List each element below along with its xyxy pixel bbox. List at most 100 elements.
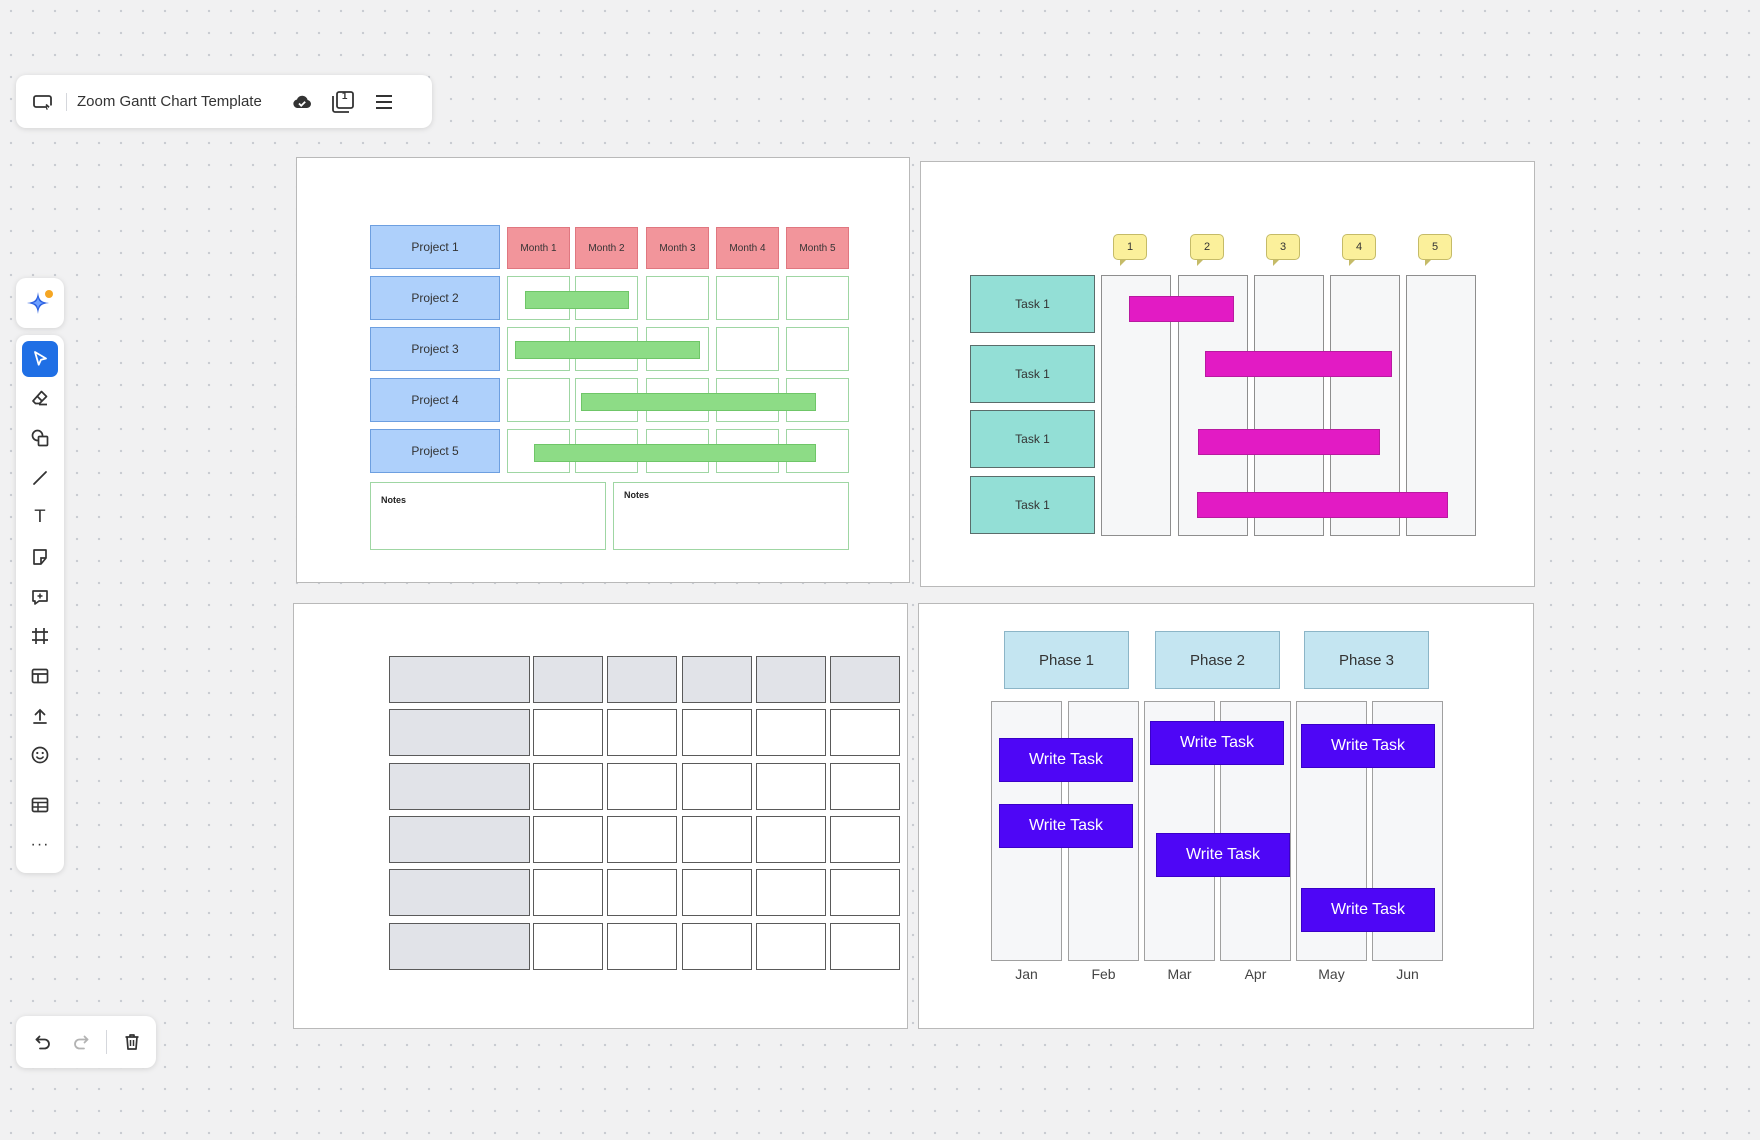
frame-tool[interactable] (22, 618, 58, 654)
gantt-bar[interactable] (1198, 429, 1380, 455)
month-header[interactable]: Month 2 (575, 227, 638, 269)
project-label[interactable]: Project 1 (370, 225, 500, 269)
column-header-cell[interactable] (756, 656, 826, 703)
grid-cell[interactable] (682, 763, 752, 810)
grid-cell[interactable] (607, 709, 677, 756)
grid-cell[interactable] (533, 816, 603, 863)
project-label[interactable]: Project 3 (370, 327, 500, 371)
write-task-block[interactable]: Write Task (1301, 724, 1435, 768)
sticky-note-tool[interactable] (22, 539, 58, 575)
grid-cell[interactable] (533, 923, 603, 970)
month-header[interactable]: Month 4 (716, 227, 779, 269)
grid-cell[interactable] (830, 816, 900, 863)
grid-cell[interactable] (607, 763, 677, 810)
redo-icon[interactable] (66, 1027, 96, 1057)
shapes-tool[interactable] (22, 420, 58, 456)
month-header[interactable]: Month 5 (786, 227, 849, 269)
frame-blank-grid[interactable] (293, 603, 908, 1029)
undo-icon[interactable] (28, 1027, 58, 1057)
grid-cell[interactable] (682, 869, 752, 916)
ai-sparkle-icon[interactable] (22, 285, 58, 321)
task-label[interactable]: Task 1 (970, 410, 1095, 468)
grid-cell[interactable] (830, 869, 900, 916)
grid-cell[interactable] (682, 709, 752, 756)
row-header-cell[interactable] (389, 656, 530, 703)
upload-tool[interactable] (22, 698, 58, 734)
grid-cell[interactable] (830, 923, 900, 970)
cloud-saved-icon[interactable] (289, 89, 315, 115)
grid-cell[interactable] (756, 923, 826, 970)
grid-cell[interactable] (607, 816, 677, 863)
column-header-cell[interactable] (830, 656, 900, 703)
line-tool[interactable] (22, 460, 58, 496)
task-label[interactable]: Task 1 (970, 476, 1095, 534)
write-task-block[interactable]: Write Task (1156, 833, 1290, 877)
grid-cell[interactable] (756, 709, 826, 756)
grid-cell[interactable] (533, 709, 603, 756)
write-task-block[interactable]: Write Task (1301, 888, 1435, 932)
emoji-tool[interactable] (22, 737, 58, 773)
phase-header[interactable]: Phase 2 (1155, 631, 1280, 689)
grid-cell[interactable] (830, 763, 900, 810)
frame-project-gantt[interactable]: Project 1 Project 2 Project 3 Project 4 Proj… (296, 157, 910, 583)
text-tool[interactable]: T (22, 499, 58, 535)
write-task-block[interactable]: Write Task (1150, 721, 1284, 765)
document-title[interactable]: Zoom Gantt Chart Template (77, 93, 262, 110)
project-label[interactable]: Project 4 (370, 378, 500, 422)
project-label[interactable]: Project 2 (370, 276, 500, 320)
gantt-bar[interactable] (515, 341, 700, 359)
gantt-bar[interactable] (534, 444, 816, 462)
column-header-cell[interactable] (607, 656, 677, 703)
delete-icon[interactable] (117, 1027, 147, 1057)
select-tool[interactable] (22, 341, 58, 377)
gantt-bar[interactable] (525, 291, 629, 309)
screen-share-icon[interactable] (30, 89, 56, 115)
page-count-icon[interactable]: 1 (329, 88, 357, 116)
grid-cell[interactable] (756, 763, 826, 810)
row-header-cell[interactable] (389, 763, 530, 810)
gantt-bar[interactable] (1129, 296, 1234, 322)
eraser-tool[interactable] (22, 380, 58, 416)
column-header-cell[interactable] (533, 656, 603, 703)
month-header[interactable]: Month 1 (507, 227, 570, 269)
write-task-block[interactable]: Write Task (999, 738, 1133, 782)
project-label[interactable]: Project 5 (370, 429, 500, 473)
frame-task-gantt[interactable]: 1 2 3 4 5 Task 1 Task 1 Task 1 Task 1 (920, 161, 1535, 587)
grid-cell[interactable] (533, 763, 603, 810)
gantt-bar[interactable] (581, 393, 816, 411)
grid-cell[interactable] (607, 923, 677, 970)
column-number-callout[interactable]: 1 (1113, 234, 1147, 266)
grid-cell[interactable] (533, 869, 603, 916)
task-label[interactable]: Task 1 (970, 345, 1095, 403)
phase-header[interactable]: Phase 3 (1304, 631, 1429, 689)
row-header-cell[interactable] (389, 869, 530, 916)
comment-tool[interactable] (22, 579, 58, 615)
write-task-block[interactable]: Write Task (999, 804, 1133, 848)
grid-cell[interactable] (682, 816, 752, 863)
table-tool[interactable] (22, 787, 58, 823)
row-header-cell[interactable] (389, 816, 530, 863)
grid-cell[interactable] (830, 709, 900, 756)
row-header-cell[interactable] (389, 709, 530, 756)
column-number-callout[interactable]: 2 (1190, 234, 1224, 266)
column-number-callout[interactable]: 5 (1418, 234, 1452, 266)
notes-box[interactable]: Notes (613, 482, 849, 550)
template-tool[interactable] (22, 658, 58, 694)
gantt-bar[interactable] (1197, 492, 1448, 518)
grid-cell[interactable] (607, 869, 677, 916)
column-number-callout[interactable]: 3 (1266, 234, 1300, 266)
month-header[interactable]: Month 3 (646, 227, 709, 269)
grid-cell[interactable] (756, 869, 826, 916)
grid-cell[interactable] (756, 816, 826, 863)
menu-icon[interactable] (371, 89, 397, 115)
column-number-callout[interactable]: 4 (1342, 234, 1376, 266)
notes-box[interactable]: Notes (370, 482, 606, 550)
frame-phase-gantt[interactable]: Phase 1 Phase 2 Phase 3 Jan Feb Mar Apr May Jun W… (918, 603, 1534, 1029)
row-header-cell[interactable] (389, 923, 530, 970)
phase-header[interactable]: Phase 1 (1004, 631, 1129, 689)
task-label[interactable]: Task 1 (970, 275, 1095, 333)
column-header-cell[interactable] (682, 656, 752, 703)
grid-cell[interactable] (682, 923, 752, 970)
gantt-bar[interactable] (1205, 351, 1392, 377)
more-tools[interactable]: ··· (22, 827, 58, 863)
